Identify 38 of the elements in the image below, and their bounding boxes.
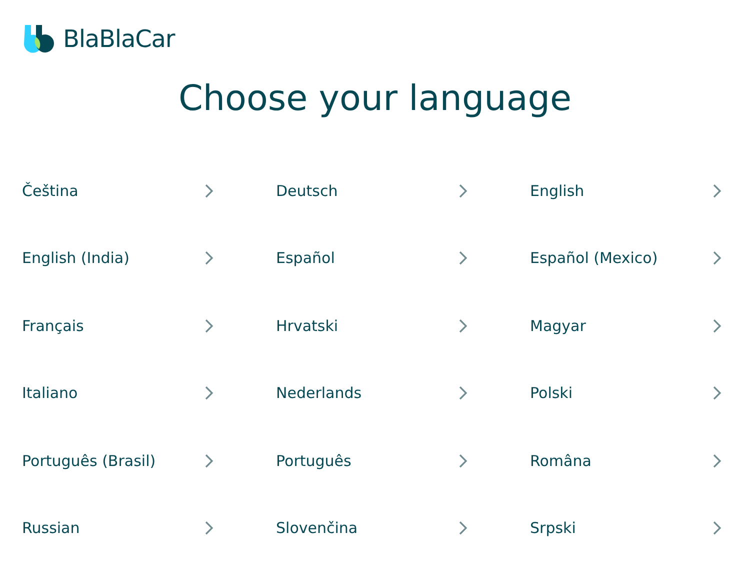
chevron-right-icon <box>204 452 214 469</box>
language-link[interactable]: Português <box>276 427 468 494</box>
chevron-right-icon <box>204 385 214 402</box>
chevron-right-icon <box>458 182 468 199</box>
chevron-right-icon <box>712 520 722 536</box>
language-link[interactable]: Hrvatski <box>276 292 468 360</box>
page-title: Choose your language <box>177 82 573 117</box>
language-link[interactable]: Româna <box>530 427 722 494</box>
chevron-right-icon <box>204 182 214 199</box>
language-link[interactable]: Français <box>22 292 214 360</box>
chevron-right-icon <box>712 250 722 266</box>
language-link[interactable]: Srpski <box>530 494 722 562</box>
language-link[interactable]: Čeština <box>22 157 214 224</box>
language-link[interactable]: Italiano <box>22 360 214 427</box>
chevron-right-icon <box>458 452 468 469</box>
language-link[interactable]: Español (Mexico) <box>530 224 722 292</box>
chevron-right-icon <box>458 520 468 536</box>
chevron-right-icon <box>458 385 468 402</box>
chevron-right-icon <box>712 182 722 199</box>
chevron-right-icon <box>458 318 468 334</box>
language-link[interactable]: Nederlands <box>276 360 468 427</box>
chevron-right-icon <box>712 318 722 334</box>
language-link[interactable]: English <box>530 157 722 224</box>
language-link[interactable]: Magyar <box>530 292 722 360</box>
language-link[interactable]: Russian <box>22 494 214 562</box>
language-link[interactable]: Deutsch <box>276 157 468 224</box>
chevron-right-icon <box>204 250 214 266</box>
chevron-right-icon <box>204 520 214 536</box>
chevron-right-icon <box>458 250 468 266</box>
language-link[interactable]: Polski <box>530 360 722 427</box>
chevron-right-icon <box>712 452 722 469</box>
language-link[interactable]: Español <box>276 224 468 292</box>
language-link[interactable]: Slovenčina <box>276 494 468 562</box>
language-link[interactable]: Português (Brasil) <box>22 427 214 494</box>
language-link[interactable]: English (India) <box>22 224 214 292</box>
chevron-right-icon <box>204 318 214 334</box>
chevron-right-icon <box>712 385 722 402</box>
brand-name: BlaBlaCar <box>63 24 175 55</box>
